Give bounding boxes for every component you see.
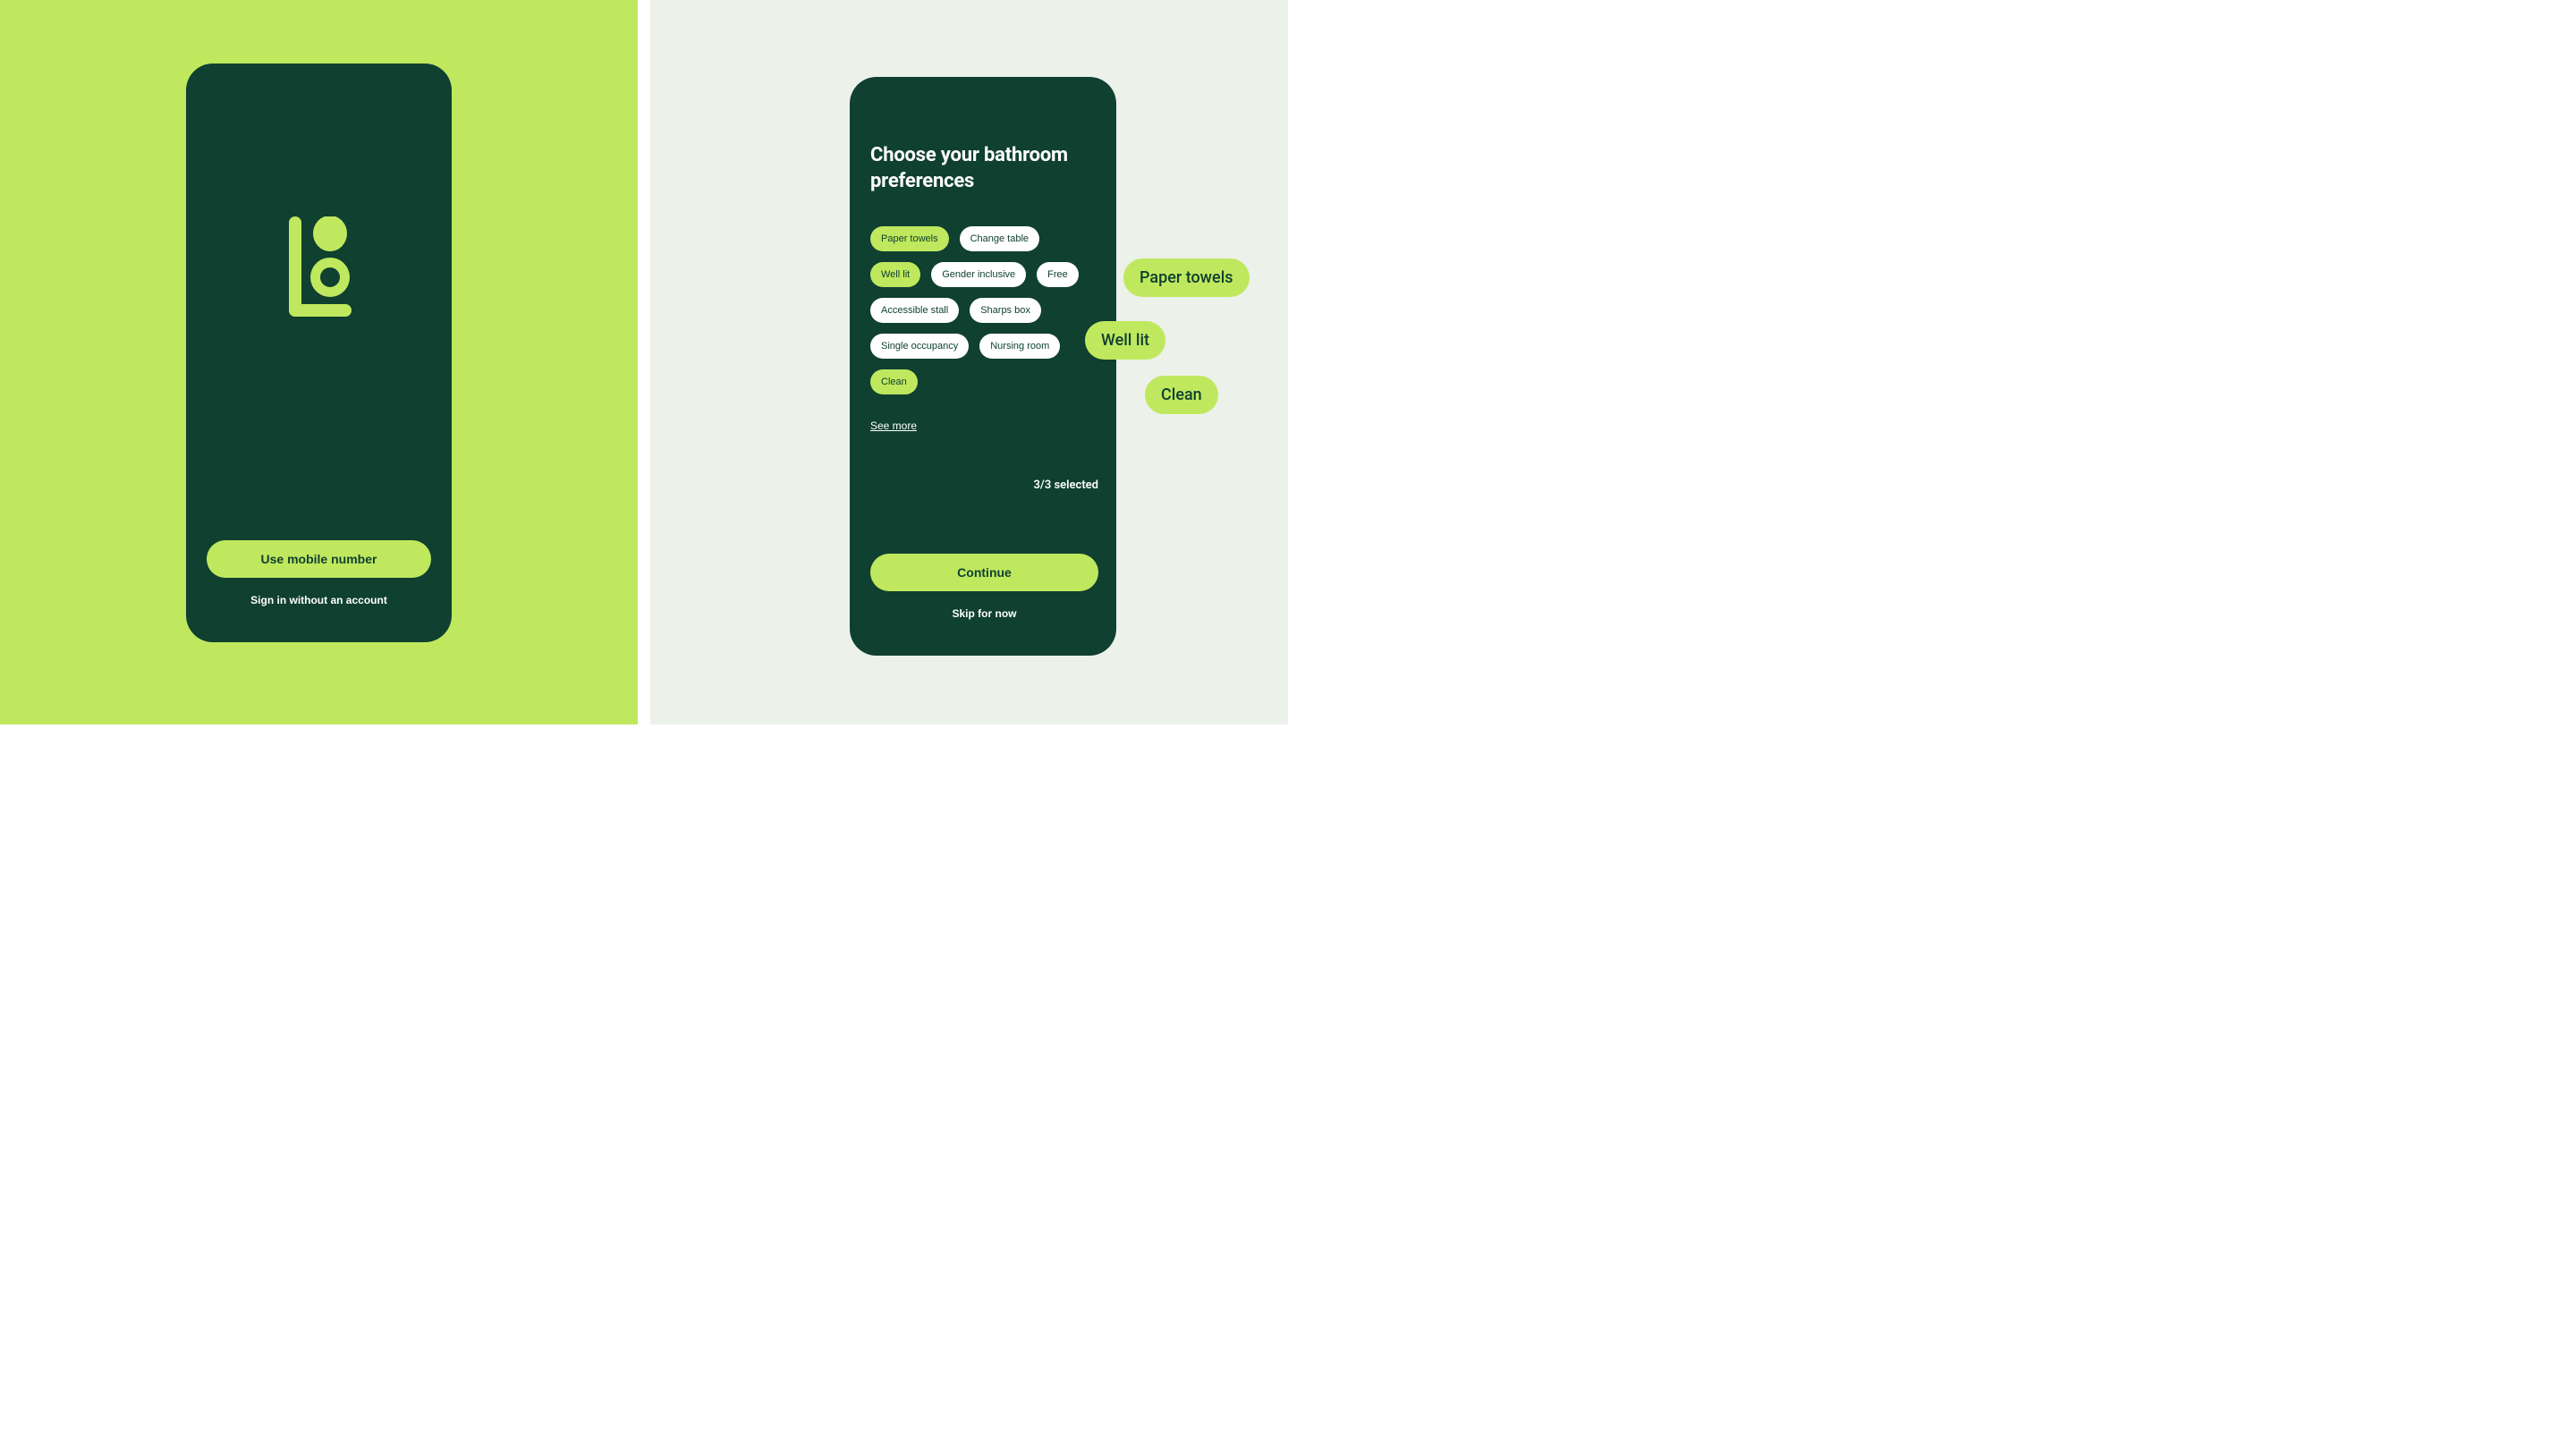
preferences-title: Choose your bathroom preferences bbox=[870, 143, 1098, 194]
preferences-panel: Choose your bathroom preferences Paper t… bbox=[650, 0, 1288, 724]
chip-sharps-box[interactable]: Sharps box bbox=[970, 298, 1041, 323]
login-phone: Use mobile number Sign in without an acc… bbox=[186, 64, 452, 642]
skip-button[interactable]: Skip for now bbox=[870, 607, 1098, 620]
chip-well-lit[interactable]: Well lit bbox=[870, 262, 920, 287]
callout-well-lit: Well lit bbox=[1085, 321, 1165, 360]
chip-nursing-room[interactable]: Nursing room bbox=[979, 334, 1060, 359]
chip-free[interactable]: Free bbox=[1037, 262, 1079, 287]
panel-divider bbox=[638, 0, 650, 724]
chip-clean[interactable]: Clean bbox=[870, 369, 918, 394]
preference-chips: Paper towels Change table Well lit Gender i… bbox=[870, 226, 1098, 394]
chip-change-table[interactable]: Change table bbox=[960, 226, 1039, 251]
preferences-phone: Choose your bathroom preferences Paper t… bbox=[850, 77, 1116, 656]
callout-paper-towels: Paper towels bbox=[1123, 258, 1250, 297]
login-panel: Use mobile number Sign in without an acc… bbox=[0, 0, 638, 724]
chip-gender-inclusive[interactable]: Gender inclusive bbox=[931, 262, 1026, 287]
continue-button[interactable]: Continue bbox=[870, 554, 1098, 591]
see-more-link[interactable]: See more bbox=[870, 419, 917, 432]
chip-single-occupancy[interactable]: Single occupancy bbox=[870, 334, 969, 359]
chip-accessible-stall[interactable]: Accessible stall bbox=[870, 298, 959, 323]
callout-clean: Clean bbox=[1145, 376, 1218, 414]
logo-wrap bbox=[207, 216, 431, 324]
sign-in-without-account-button[interactable]: Sign in without an account bbox=[207, 594, 431, 606]
chip-paper-towels[interactable]: Paper towels bbox=[870, 226, 949, 251]
selected-count-label: 3/3 selected bbox=[870, 479, 1098, 492]
use-mobile-number-button[interactable]: Use mobile number bbox=[207, 540, 431, 578]
app-logo-icon bbox=[284, 216, 355, 324]
